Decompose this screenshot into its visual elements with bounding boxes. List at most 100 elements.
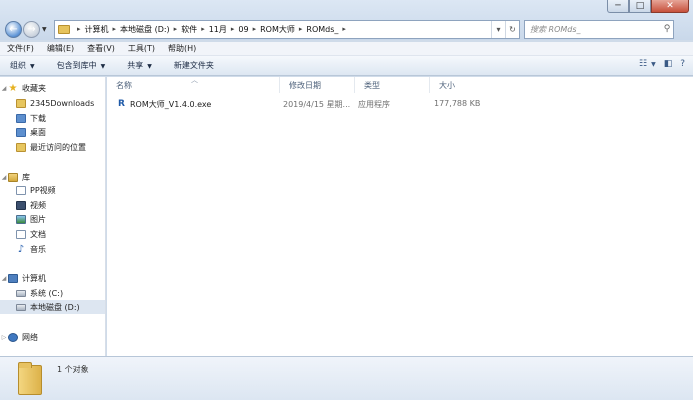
menu-file[interactable]: 文件(F)	[7, 43, 34, 54]
download-folder-icon	[16, 113, 26, 123]
recent-places-icon	[16, 142, 26, 152]
address-bar[interactable]: ▸ 计算机 ▸ 本地磁盘 (D:) ▸ 软件 ▸ 11月 ▸ 09 ▸ ROM大…	[54, 19, 520, 39]
column-header-size[interactable]: 大小	[430, 77, 510, 93]
computer-icon	[8, 273, 18, 283]
navigation-row: ← → ▼ ▸ 计算机 ▸ 本地磁盘 (D:) ▸ 软件 ▸ 11月 ▸ 09 …	[5, 18, 688, 40]
video-icon	[16, 200, 26, 210]
file-size: 177,788 KB	[434, 99, 481, 108]
command-bar: 组织 ▼ 包含到库中 ▼ 共享 ▼ 新建文件夹 ☷ ▼ ◧ ?	[0, 56, 693, 76]
search-icon[interactable]: ⚲	[661, 24, 673, 34]
preview-pane-icon[interactable]: ◧	[664, 59, 673, 69]
sidebar-item-desktop[interactable]: 桌面	[0, 125, 105, 139]
library-icon	[8, 172, 18, 182]
chevron-down-icon: ▼	[100, 63, 106, 70]
column-header-name[interactable]: 名称	[107, 77, 280, 93]
organize-label: 组织	[10, 61, 26, 70]
organize-button[interactable]: 组织 ▼	[10, 60, 35, 71]
chevron-down-icon[interactable]: ◢	[0, 275, 8, 282]
desktop-icon	[16, 127, 26, 137]
chevron-right-icon[interactable]: ▸	[77, 25, 81, 33]
breadcrumb-rom-master[interactable]: ROM大师	[260, 24, 295, 35]
folder-icon	[58, 24, 70, 34]
chevron-right-icon[interactable]: ▸	[299, 25, 303, 33]
sidebar-item-label: 文档	[30, 229, 46, 239]
network-icon	[8, 332, 18, 342]
star-icon: ★	[8, 82, 18, 94]
chevron-right-icon[interactable]: ▸	[113, 25, 117, 33]
chevron-right-icon[interactable]: ▸	[231, 25, 235, 33]
breadcrumb-drive-d[interactable]: 本地磁盘 (D:)	[120, 24, 170, 35]
share-button[interactable]: 共享 ▼	[127, 60, 152, 71]
breadcrumb-software[interactable]: 软件	[181, 24, 197, 35]
sidebar-item-system-c[interactable]: 系统 (C:)	[0, 286, 105, 300]
file-list: ︿ 名称 修改日期 类型 大小 R ROM大师_V1.4.0.exe 2019/…	[107, 76, 693, 356]
file-name: ROM大师_V1.4.0.exe	[130, 100, 212, 109]
recent-pages-chevron-down-icon[interactable]: ▼	[42, 26, 50, 33]
address-history-chevron-down-icon[interactable]: ▾	[491, 20, 505, 38]
chevron-right-icon[interactable]: ▸	[174, 25, 178, 33]
minimize-button[interactable]: ─	[607, 0, 629, 13]
chevron-down-icon[interactable]: ◢	[0, 174, 8, 181]
details-pane: 1 个对象	[0, 356, 693, 400]
sidebar-computer[interactable]: ◢ 计算机	[0, 271, 105, 285]
sidebar-item-label: 2345Downloads	[30, 98, 95, 108]
chevron-down-icon[interactable]: ◢	[0, 85, 8, 92]
sidebar-item-label: 视频	[30, 200, 46, 210]
maximize-button[interactable]: □	[629, 0, 651, 13]
forward-button[interactable]: →	[23, 20, 40, 38]
sidebar-item-videos[interactable]: 视频	[0, 198, 105, 212]
breadcrumb-romds[interactable]: ROMds_	[306, 25, 338, 34]
sidebar-favorites[interactable]: ◢ ★ 收藏夹	[0, 81, 105, 95]
back-button[interactable]: ←	[5, 20, 22, 38]
breadcrumb-09[interactable]: 09	[238, 25, 248, 34]
folder-icon	[16, 98, 26, 108]
refresh-icon[interactable]: ↻	[505, 20, 519, 38]
table-row[interactable]: R ROM大师_V1.4.0.exe 2019/4/15 星期... 应用程序 …	[116, 97, 496, 111]
window-controls: ─ □ ✕	[607, 0, 689, 13]
sidebar-item-2345downloads[interactable]: 2345Downloads	[0, 96, 105, 110]
sidebar-item-downloads[interactable]: 下载	[0, 111, 105, 125]
sidebar-item-label: 下载	[30, 113, 46, 123]
navigation-pane: ◢ ★ 收藏夹 2345Downloads 下载 桌面 最近访问的位置 ◢ 库 …	[0, 77, 106, 356]
column-header-modified[interactable]: 修改日期	[280, 77, 355, 93]
sidebar-network[interactable]: ▷ 网络	[0, 330, 105, 344]
pp-video-icon	[16, 185, 26, 195]
sidebar-libraries-label: 库	[22, 172, 30, 182]
sidebar-item-local-disk-d[interactable]: 本地磁盘 (D:)	[0, 300, 105, 314]
sidebar-item-label: 系统 (C:)	[30, 288, 64, 298]
new-folder-button[interactable]: 新建文件夹	[174, 60, 214, 71]
sidebar-item-label: 桌面	[30, 127, 46, 137]
sidebar-item-music[interactable]: ♪ 音乐	[0, 242, 105, 256]
search-input[interactable]: 搜索 ROMds_ ⚲	[524, 19, 674, 39]
sidebar-item-pictures[interactable]: 图片	[0, 212, 105, 226]
breadcrumb-november[interactable]: 11月	[209, 24, 227, 35]
document-icon	[16, 229, 26, 239]
picture-icon	[16, 214, 26, 224]
music-note-icon: ♪	[17, 243, 25, 255]
close-button[interactable]: ✕	[651, 0, 689, 13]
column-header-type[interactable]: 类型	[355, 77, 430, 93]
menu-tools[interactable]: 工具(T)	[128, 43, 155, 54]
chevron-right-icon[interactable]: ▸	[342, 25, 346, 33]
sidebar-item-label: 音乐	[30, 244, 46, 254]
sidebar-item-recent-places[interactable]: 最近访问的位置	[0, 140, 105, 154]
view-options-icon[interactable]: ☷	[639, 59, 647, 69]
chevron-right-icon[interactable]: ▸	[253, 25, 257, 33]
sidebar-item-label: 本地磁盘 (D:)	[30, 302, 80, 312]
sidebar-item-label: 图片	[30, 214, 46, 224]
chevron-down-icon: ▼	[30, 63, 35, 70]
chevron-right-icon[interactable]: ▷	[0, 334, 8, 341]
menu-view[interactable]: 查看(V)	[87, 43, 115, 54]
menu-help[interactable]: 帮助(H)	[168, 43, 196, 54]
sidebar-item-pp-video[interactable]: PP视频	[0, 183, 105, 197]
sidebar-libraries[interactable]: ◢ 库	[0, 170, 105, 184]
file-modified: 2019/4/15 星期...	[283, 100, 351, 109]
sidebar-item-documents[interactable]: 文档	[0, 227, 105, 241]
view-chevron-down-icon[interactable]: ▼	[651, 61, 656, 68]
help-icon[interactable]: ?	[680, 59, 685, 69]
chevron-right-icon[interactable]: ▸	[201, 25, 205, 33]
menu-edit[interactable]: 编辑(E)	[47, 43, 74, 54]
sidebar-item-label: PP视频	[30, 185, 56, 195]
include-in-library-button[interactable]: 包含到库中 ▼	[57, 60, 106, 71]
breadcrumb-computer[interactable]: 计算机	[85, 24, 109, 35]
